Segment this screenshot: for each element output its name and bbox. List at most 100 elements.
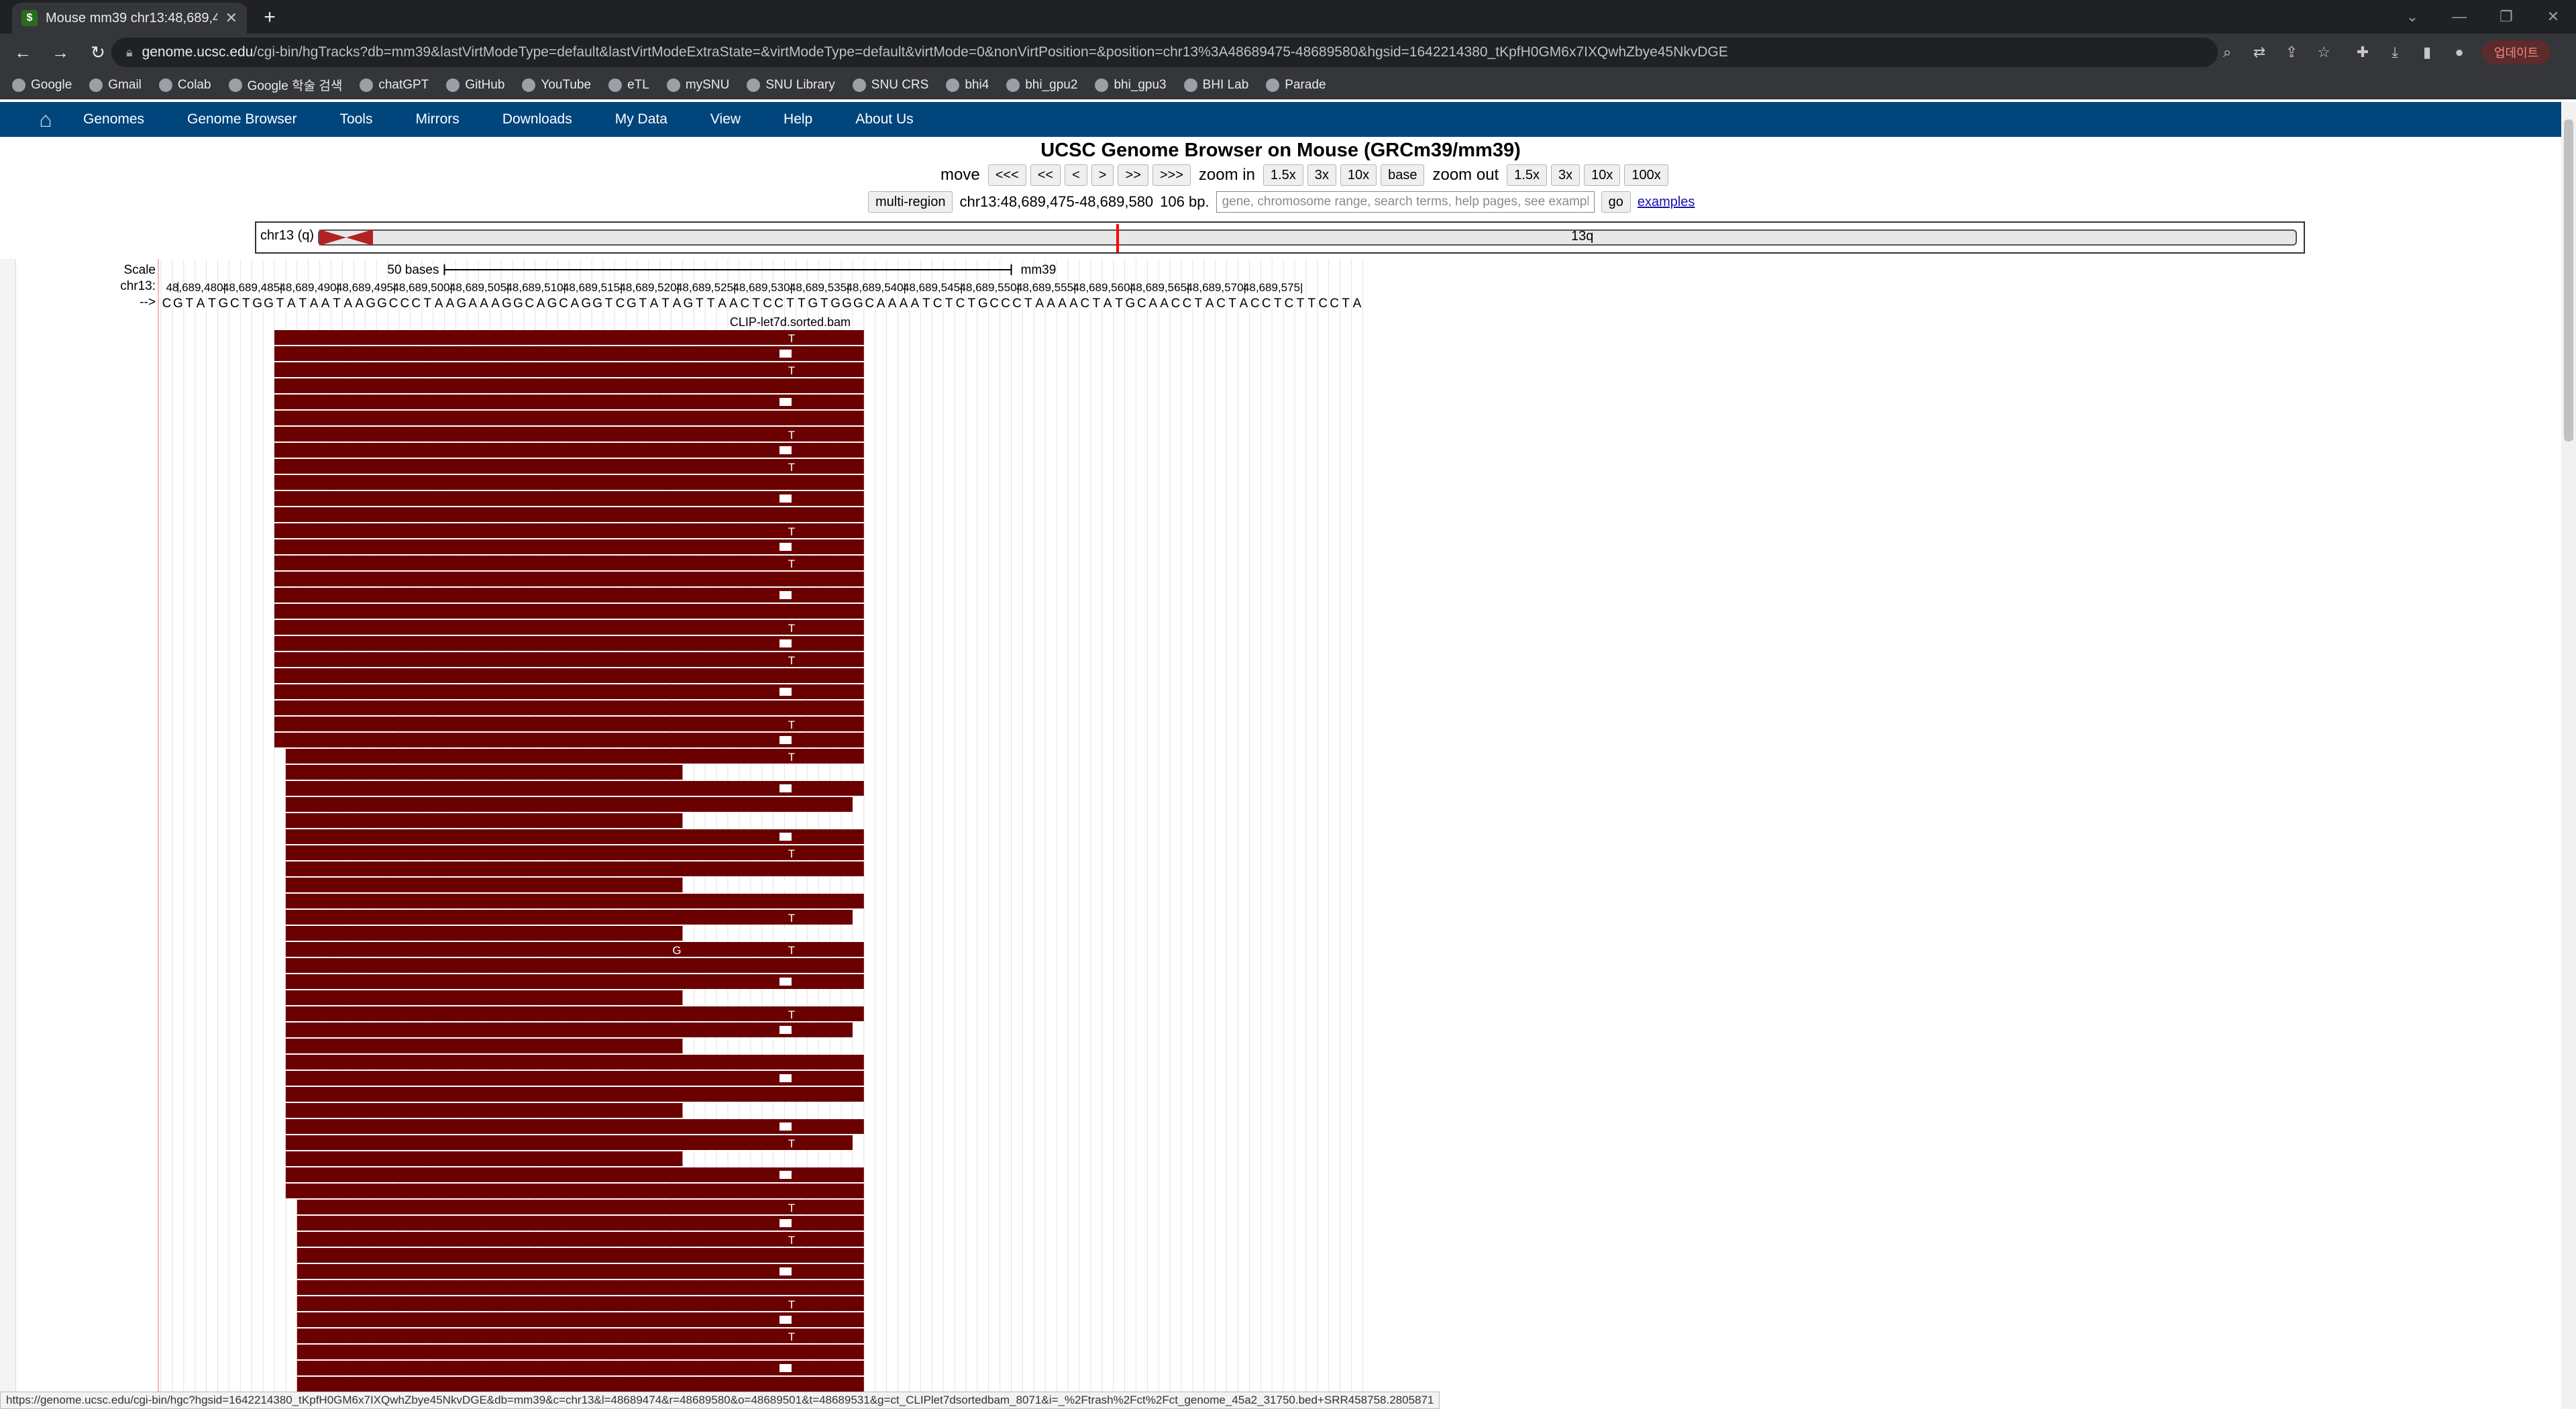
update-button[interactable]: 업데이트: [2482, 40, 2551, 64]
sequence-base: G: [627, 297, 637, 311]
menu-item-mirrors[interactable]: Mirrors: [415, 111, 459, 127]
zoom-out-button-0[interactable]: 1.5x: [1507, 164, 1548, 186]
menu-item-view[interactable]: View: [710, 111, 741, 127]
close-window-icon[interactable]: ✕: [2533, 0, 2573, 34]
bookmark-item[interactable]: bhi_gpu2: [1006, 78, 1077, 93]
back-arrow-icon[interactable]: ←: [8, 38, 38, 67]
zoom-out-button-2[interactable]: 10x: [1584, 164, 1621, 186]
sequence-base: C: [559, 297, 568, 311]
close-tab-icon[interactable]: ✕: [225, 9, 237, 27]
new-tab-button[interactable]: +: [258, 5, 282, 30]
sequencing-read: [297, 1200, 864, 1214]
scrollbar-thumb[interactable]: [2564, 119, 2573, 441]
ideogram-bar[interactable]: [318, 229, 2297, 246]
extensions-icon[interactable]: ✚: [2351, 40, 2375, 64]
search-input[interactable]: [1216, 191, 1595, 213]
zoom-in-button-2[interactable]: 10x: [1340, 164, 1377, 186]
position-tick-label: 48,689,520|: [619, 281, 680, 294]
move-button-5[interactable]: >>>: [1152, 164, 1191, 186]
sequence-base: G: [219, 297, 229, 311]
zoom-in-button-3[interactable]: base: [1381, 164, 1425, 186]
sequence-base: C: [525, 297, 534, 311]
tab-search-icon[interactable]: ⌄: [2392, 0, 2432, 34]
sequence-base: G: [830, 297, 841, 311]
sequence-base: A: [1058, 297, 1067, 311]
bookmark-item[interactable]: BHI Lab: [1183, 78, 1248, 93]
bookmark-item[interactable]: SNU Library: [747, 78, 835, 93]
bookmark-item[interactable]: mySNU: [666, 78, 729, 93]
translate-icon[interactable]: ⇄: [2247, 40, 2271, 64]
github-icon: [446, 78, 460, 92]
position-tick-label: 48,689,565|: [1130, 281, 1190, 294]
download-icon[interactable]: ⤓: [2383, 40, 2407, 64]
track-image[interactable]: Scale chr13: --> 50 bases mm39 48,689,480| 48,…: [0, 259, 2561, 1409]
sequence-base: A: [718, 297, 727, 311]
sequencing-read: [285, 1119, 864, 1134]
track-drag-handle[interactable]: [0, 259, 16, 1409]
browser-tab[interactable]: $ Mouse mm39 chr13:48,689,47! ✕: [12, 3, 247, 34]
menu-item-about-us[interactable]: About Us: [855, 111, 913, 127]
bookmark-item[interactable]: bhi4: [946, 78, 989, 93]
bam-track-view[interactable]: Scalechr13:-->50 bases mm3948,689,480|48,…: [0, 259, 2561, 1409]
bookmark-item[interactable]: bhi_gpu3: [1095, 78, 1167, 93]
browser-tab-strip: $ Mouse mm39 chr13:48,689,47! ✕ + ⌄ — ❐ …: [0, 0, 2576, 34]
page-scrollbar[interactable]: [2561, 102, 2576, 1409]
chromosome-ideogram[interactable]: chr13 (q) 13q: [255, 221, 2305, 254]
move-button-1[interactable]: <<: [1030, 164, 1061, 186]
bookmark-item[interactable]: Gmail: [89, 78, 142, 93]
sequence-base: T: [1092, 297, 1100, 311]
menu-item-genomes[interactable]: Genomes: [83, 111, 144, 127]
bookmark-item[interactable]: Google 학술 검색: [228, 76, 342, 94]
bookmark-item[interactable]: Google: [12, 78, 72, 93]
move-button-4[interactable]: >>: [1118, 164, 1148, 186]
share-icon[interactable]: ⇪: [2279, 40, 2304, 64]
address-bar[interactable]: 🔒︎ genome.ucsc.edu/cgi-bin/hgTracks?db=m…: [111, 38, 2218, 67]
minimize-icon[interactable]: —: [2439, 0, 2479, 34]
bookmark-item[interactable]: YouTube: [522, 78, 591, 93]
reload-icon[interactable]: ↻: [83, 38, 113, 67]
sequencing-read: [285, 1023, 853, 1037]
profile-avatar-icon[interactable]: ●: [2447, 40, 2471, 64]
sequence-base: T: [968, 297, 976, 311]
move-button-0[interactable]: <<<: [987, 164, 1026, 186]
sequence-base: G: [513, 297, 523, 311]
bookmark-item[interactable]: Parade: [1266, 78, 1326, 93]
move-button-3[interactable]: >: [1091, 164, 1114, 186]
forward-arrow-icon[interactable]: →: [46, 38, 75, 67]
bookmark-star-icon[interactable]: ☆: [2312, 40, 2336, 64]
zoom-in-button-0[interactable]: 1.5x: [1263, 164, 1303, 186]
tab-title: Mouse mm39 chr13:48,689,47!: [46, 10, 217, 25]
multi-region-button[interactable]: multi-region: [868, 191, 953, 213]
bookmark-item[interactable]: chatGPT: [360, 78, 429, 93]
bookmark-label: bhi_gpu2: [1025, 77, 1078, 92]
sequence-base: A: [1240, 297, 1248, 311]
move-label: move: [941, 166, 980, 184]
bookmark-item[interactable]: eTL: [608, 78, 649, 93]
colab-icon: [158, 78, 172, 92]
menu-item-my-data[interactable]: My Data: [615, 111, 667, 127]
menu-item-genome-browser[interactable]: Genome Browser: [187, 111, 297, 127]
restore-icon[interactable]: ❐: [2486, 0, 2526, 34]
position-tick-label: 48,689,490|: [279, 281, 339, 294]
move-button-2[interactable]: <: [1065, 164, 1087, 186]
position-tick-label: 48,689,575|: [1243, 281, 1303, 294]
bookmark-item[interactable]: Colab: [158, 78, 211, 93]
bookmark-item[interactable]: GitHub: [446, 78, 504, 93]
zoom-out-button-3[interactable]: 100x: [1624, 164, 1668, 186]
go-button[interactable]: go: [1601, 191, 1631, 213]
side-panel-icon[interactable]: ▮: [2415, 40, 2439, 64]
bookmark-item[interactable]: SNU CRS: [852, 78, 928, 93]
menu-item-downloads[interactable]: Downloads: [502, 111, 572, 127]
zoom-icon[interactable]: ⌕: [2215, 40, 2239, 64]
menu-item-tools[interactable]: Tools: [339, 111, 372, 127]
sequencing-read: [274, 620, 864, 635]
zoom-in-button-1[interactable]: 3x: [1307, 164, 1336, 186]
home-icon[interactable]: ⌂: [32, 106, 59, 133]
zoom-out-button-1[interactable]: 3x: [1551, 164, 1580, 186]
sequence-base: A: [888, 297, 897, 311]
menu-item-help[interactable]: Help: [784, 111, 812, 127]
position-tick-label: 48,689,545|: [903, 281, 963, 294]
examples-link[interactable]: examples: [1638, 195, 1695, 210]
sequence-base: A: [1046, 297, 1055, 311]
sequencing-read: [285, 862, 864, 876]
